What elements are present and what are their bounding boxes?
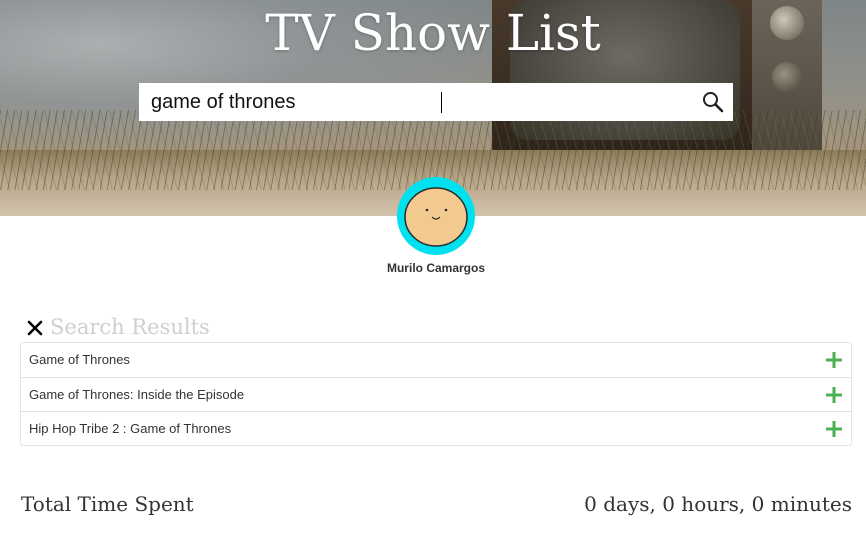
results-list: Game of Thrones Game of Thrones: Inside … <box>20 342 852 446</box>
plus-icon[interactable] <box>825 351 843 369</box>
total-time-value: 0 days, 0 hours, 0 minutes <box>584 492 852 516</box>
search-icon[interactable] <box>701 90 725 114</box>
app-title: TV Show List <box>265 4 601 62</box>
results-title: Search Results <box>50 315 210 339</box>
result-title: Hip Hop Tribe 2 : Game of Thrones <box>29 421 232 436</box>
result-title: Game of Thrones <box>29 352 130 367</box>
page: TV Show List Murilo Camargos <box>0 0 866 533</box>
result-title: Game of Thrones: Inside the Episode <box>29 387 245 402</box>
total-time-label: Total Time Spent <box>21 492 194 516</box>
list-item[interactable]: Game of Thrones <box>21 343 851 377</box>
text-caret <box>441 92 442 113</box>
plus-icon[interactable] <box>825 420 843 438</box>
list-item[interactable]: Game of Thrones: Inside the Episode <box>21 377 851 411</box>
user-name: Murilo Camargos <box>386 261 485 275</box>
close-icon[interactable] <box>26 319 44 337</box>
search-bar <box>139 83 733 121</box>
search-input[interactable] <box>139 83 691 121</box>
avatar[interactable] <box>397 177 475 255</box>
list-item[interactable]: Hip Hop Tribe 2 : Game of Thrones <box>21 411 851 445</box>
plus-icon[interactable] <box>825 386 843 404</box>
